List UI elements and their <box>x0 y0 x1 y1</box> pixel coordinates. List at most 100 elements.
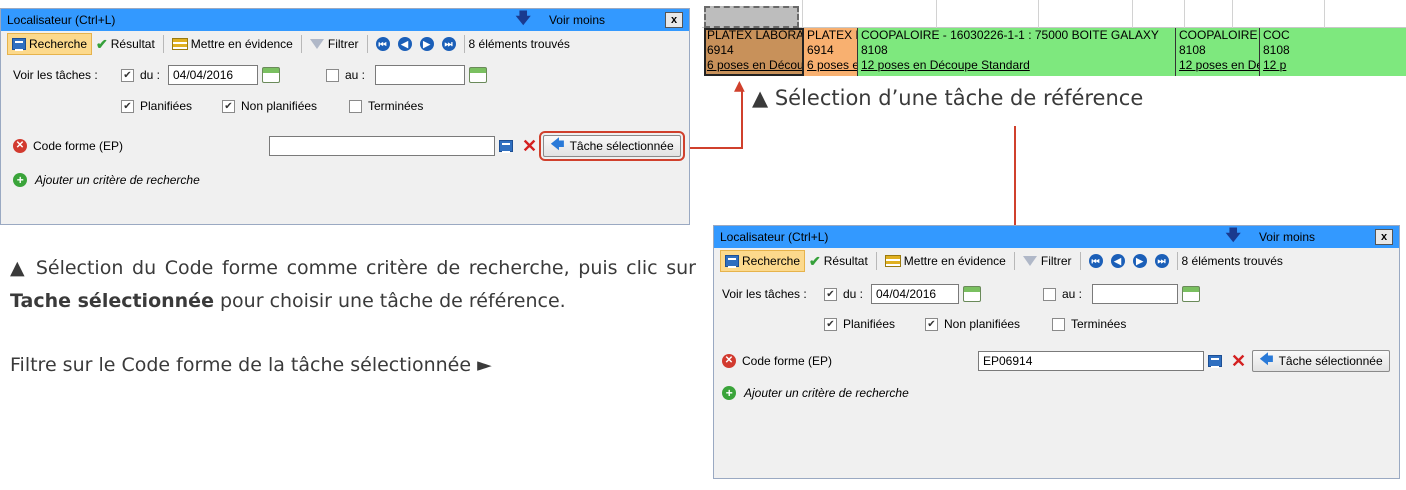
funnel-icon <box>1022 256 1037 266</box>
calendar-icon[interactable] <box>1182 286 1200 302</box>
highlight-icon <box>884 255 901 267</box>
au-label: au : <box>345 68 366 82</box>
voir-moins-button[interactable]: 🡇 Voir moins <box>1225 226 1315 250</box>
remove-criterion-icon[interactable]: ✕ <box>722 354 736 368</box>
panel-toolbar: Recherche ✔ Résultat Mettre en évidence … <box>1 31 689 57</box>
search-grid-icon[interactable] <box>1208 355 1222 368</box>
ajouter-critere-link[interactable]: + Ajouter un critère de recherche <box>722 386 909 400</box>
non-planifiees-checkbox[interactable]: ✔ <box>222 99 235 113</box>
calendar-icon[interactable] <box>262 67 280 83</box>
selected-task-outline <box>704 28 804 76</box>
task-client: COC <box>1263 28 1290 42</box>
du-label: du : <box>843 287 864 301</box>
arrow-left-icon: 🡄 <box>1259 351 1274 367</box>
localisateur-panel-before: Localisateur (Ctrl+L) 🡇 Voir moins x Rec… <box>0 8 690 225</box>
code-forme-label: Code forme (EP) <box>33 139 124 153</box>
planifiees-checkbox[interactable]: ✔ <box>121 99 134 113</box>
next-icon[interactable]: ▶ <box>419 37 434 51</box>
non-planifiees-label: Non planifiées <box>944 317 1021 331</box>
planifiees-checkbox[interactable]: ✔ <box>824 317 837 331</box>
previous-icon[interactable]: ◀ <box>1110 254 1125 268</box>
planifiees-label: Planifiées <box>843 317 896 331</box>
au-checkbox[interactable] <box>326 68 339 82</box>
first-icon[interactable]: ⏮ <box>1088 254 1103 268</box>
planifiees-label: Planifiées <box>140 99 193 113</box>
caption-text: pour choisir une tâche de référence. <box>213 290 566 312</box>
caption-selection-tache: ▲ Sélection d’une tâche de référence <box>752 86 1144 110</box>
calendar-icon[interactable] <box>469 67 487 83</box>
ajouter-critere-link[interactable]: + Ajouter un critère de recherche <box>13 173 200 187</box>
gantt-task-cell[interactable]: COC 8108 12 p <box>1260 28 1406 76</box>
code-forme-row: ✕ Code forme (EP) EP06914 ✕ 🡄 Tâche séle… <box>722 350 1390 372</box>
calendar-icon[interactable] <box>963 286 981 302</box>
next-icon[interactable]: ▶ <box>1132 254 1147 268</box>
au-date-input[interactable] <box>1092 284 1178 304</box>
first-icon[interactable]: ⏮ <box>375 37 390 51</box>
remove-criterion-icon[interactable]: ✕ <box>13 139 27 153</box>
caption-selection-code-forme: ▲ Sélection du Code forme comme critère … <box>10 252 696 318</box>
tab-resultat[interactable]: ✔ Résultat <box>805 250 872 272</box>
arrow-down-icon: 🡇 <box>515 9 531 27</box>
panel-titlebar: Localisateur (Ctrl+L) 🡇 Voir moins x <box>714 226 1399 248</box>
last-icon[interactable]: ⏭ <box>441 37 456 51</box>
du-checkbox[interactable]: ✔ <box>121 68 134 82</box>
last-icon[interactable]: ⏭ <box>1154 254 1169 268</box>
connector-line <box>690 147 742 149</box>
au-checkbox[interactable] <box>1043 287 1056 301</box>
tab-resultat[interactable]: ✔ Résultat <box>92 33 159 55</box>
tab-filtrer[interactable]: Filtrer <box>306 33 363 55</box>
tache-selectionnee-button[interactable]: 🡄 Tâche sélectionnée <box>539 131 685 161</box>
plus-icon: + <box>722 386 736 400</box>
task-client: PLATEX L <box>807 28 858 42</box>
voir-moins-label: Voir moins <box>548 13 605 27</box>
task-desc: 12 poses en Décou <box>1179 58 1259 72</box>
close-button[interactable]: x <box>665 12 683 28</box>
toolbar-divider <box>463 35 465 53</box>
au-label: au : <box>1062 287 1083 301</box>
caption-text: ▲ Sélection du Code forme comme critère … <box>10 257 696 279</box>
du-checkbox[interactable]: ✔ <box>824 287 837 301</box>
arrow-down-icon: 🡇 <box>1225 226 1241 244</box>
task-code: 6914 <box>807 43 834 57</box>
non-planifiees-checkbox[interactable]: ✔ <box>925 317 938 331</box>
tab-recherche-label: Recherche <box>742 254 801 268</box>
tab-filtrer[interactable]: Filtrer <box>1019 250 1076 272</box>
tab-mettre-en-evidence[interactable]: Mettre en évidence <box>881 250 1010 272</box>
terminees-checkbox[interactable] <box>349 99 362 113</box>
gantt-task-cell[interactable]: COOPALOIRE - 16 8108 12 poses en Décou <box>1176 28 1260 76</box>
du-date-input[interactable]: 04/04/2016 <box>168 65 258 85</box>
status-row: ✔ Planifiées ✔ Non planifiées Terminées <box>824 317 1126 331</box>
arrow-left-icon: 🡄 <box>550 136 565 152</box>
search-grid-icon <box>12 38 26 51</box>
task-desc: 12 p <box>1263 58 1287 72</box>
voir-moins-label: Voir moins <box>1258 230 1315 244</box>
task-client: COOPALOIRE - 16 <box>1179 28 1259 42</box>
tab-recherche[interactable]: Recherche <box>7 33 93 55</box>
terminees-checkbox[interactable] <box>1052 317 1065 331</box>
task-client: COOPALOIRE - 16030226-1-1 : 75000 BOITE … <box>861 28 1159 42</box>
tache-selectionnee-label: Tâche sélectionnée <box>569 139 674 153</box>
status-row: ✔ Planifiées ✔ Non planifiées Terminées <box>121 99 423 113</box>
clear-icon[interactable]: ✕ <box>522 136 537 157</box>
du-label: du : <box>140 68 161 82</box>
au-date-input[interactable] <box>375 65 465 85</box>
clear-icon[interactable]: ✕ <box>1231 351 1246 372</box>
search-grid-icon[interactable] <box>499 140 513 153</box>
task-code: 8108 <box>1263 43 1290 57</box>
du-date-input[interactable]: 04/04/2016 <box>871 284 959 304</box>
previous-icon[interactable]: ◀ <box>397 37 412 51</box>
code-forme-input[interactable] <box>269 136 495 156</box>
checkmark-icon: ✔ <box>809 252 821 269</box>
gantt-task-cell[interactable]: PLATEX L 6914 6 poses en <box>804 28 858 76</box>
tab-mettre-en-evidence[interactable]: Mettre en évidence <box>168 33 297 55</box>
code-forme-input[interactable]: EP06914 <box>978 351 1204 371</box>
tab-recherche[interactable]: Recherche <box>720 250 806 272</box>
tache-selectionnee-button[interactable]: 🡄 Tâche sélectionnée <box>1252 350 1390 372</box>
gantt-task-cell[interactable]: COOPALOIRE - 16030226-1-1 : 75000 BOITE … <box>858 28 1176 76</box>
ajouter-critere-label: Ajouter un critère de recherche <box>744 386 909 400</box>
voir-moins-button[interactable]: 🡇 Voir moins <box>515 9 605 33</box>
voir-taches-label: Voir les tâches : <box>13 68 98 82</box>
arrow-up-icon: ▲ <box>734 78 745 94</box>
toolbar-divider <box>366 35 368 53</box>
close-button[interactable]: x <box>1375 229 1393 245</box>
